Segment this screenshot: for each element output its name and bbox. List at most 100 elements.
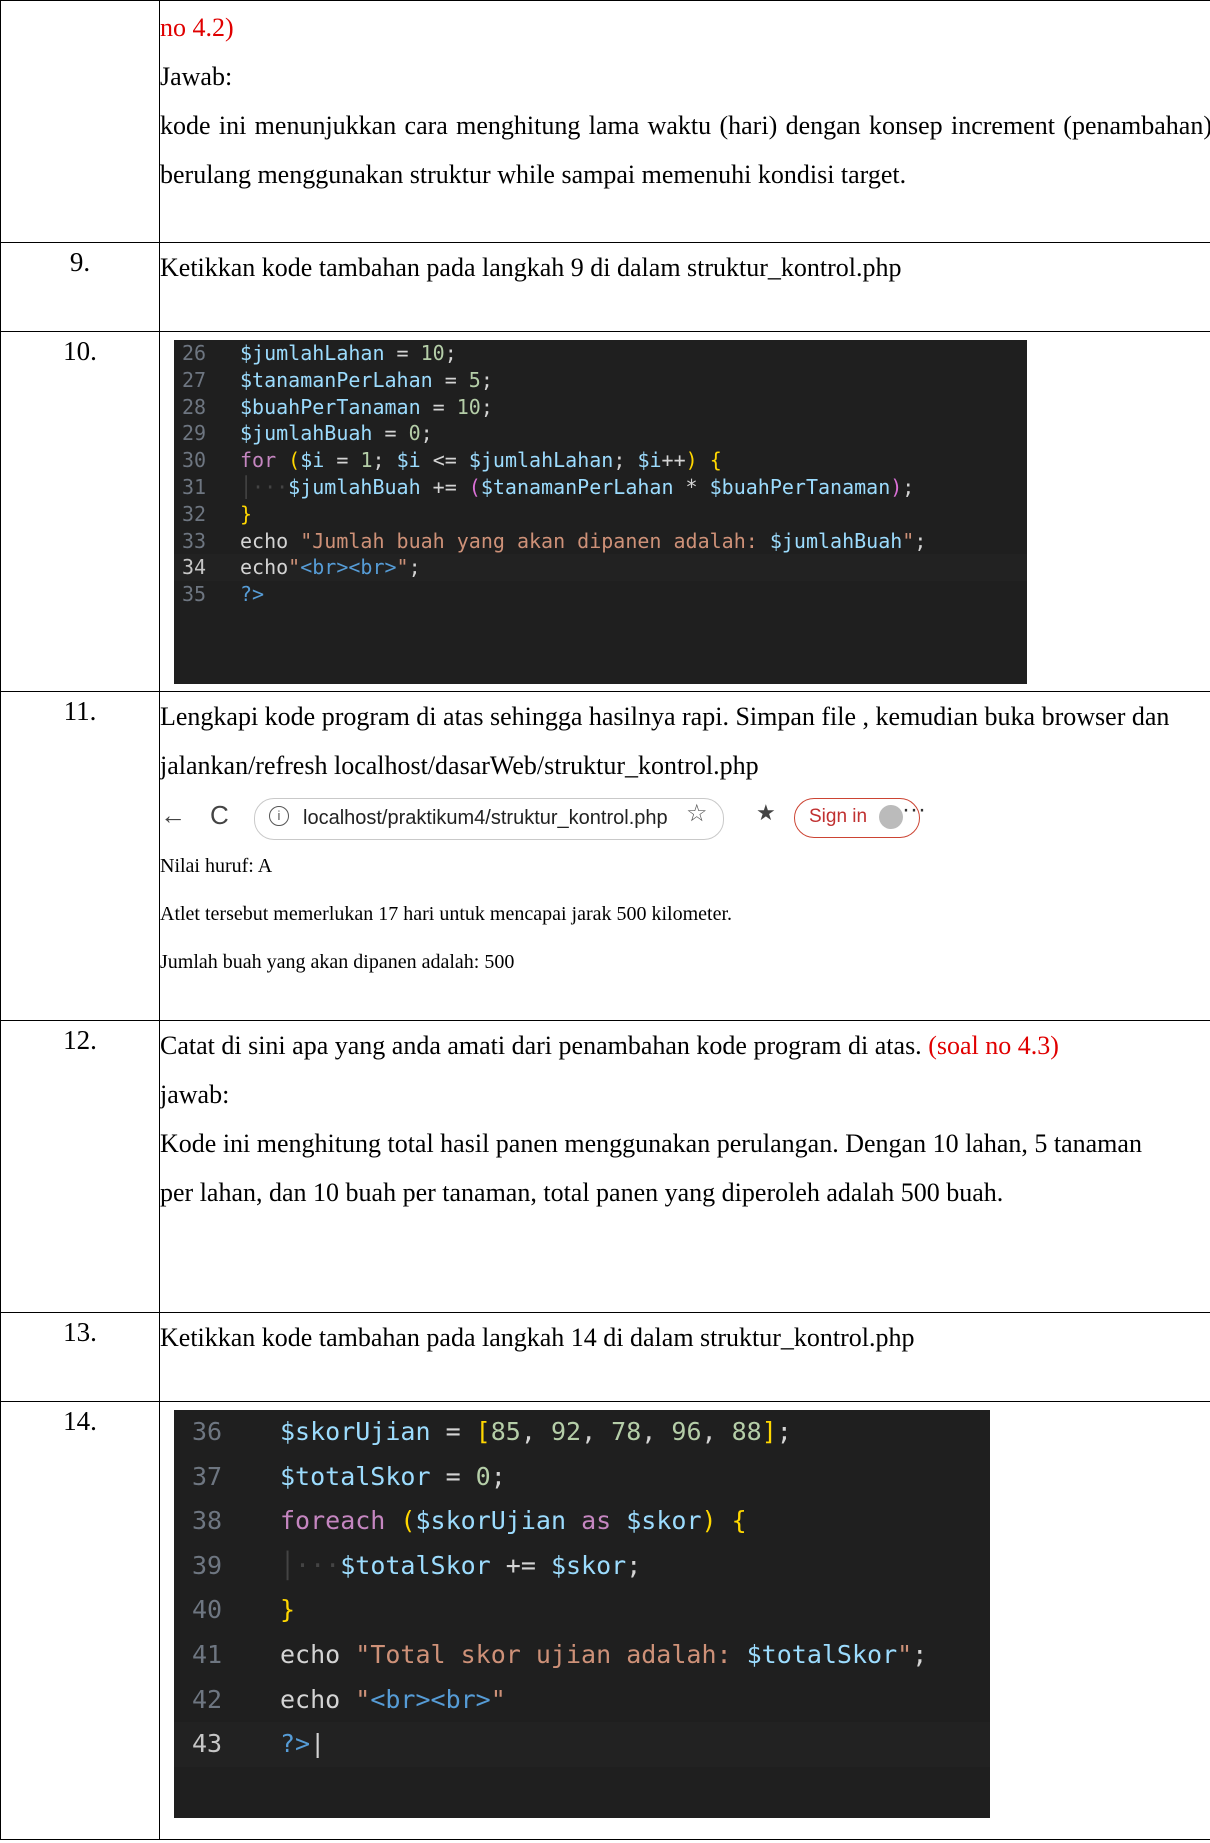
- code-token: <br><br>: [300, 555, 397, 580]
- address-bar[interactable]: i localhost/praktikum4/struktur_kontrol.…: [254, 798, 724, 840]
- code-line: 27 $tanamanPerLahan = 5;: [174, 367, 1027, 394]
- line-number: 28: [182, 394, 207, 419]
- code-token: ): [890, 474, 903, 499]
- code-line: 43 ?>|: [174, 1722, 990, 1767]
- code-token: 5: [468, 367, 481, 392]
- step-number: 9.: [0, 242, 160, 332]
- line-number: 43: [192, 1729, 223, 1759]
- code-token: ,: [641, 1417, 672, 1446]
- step-number: 11.: [0, 691, 160, 1021]
- line-number: 37: [192, 1461, 223, 1491]
- code-token: ,: [520, 1417, 551, 1446]
- table-row: 10. 26 $jumlahLahan = 10; 27 $tanamanPerLah…: [0, 331, 1210, 692]
- code-token: [: [475, 1417, 491, 1446]
- avatar-icon: [879, 805, 903, 829]
- code-line: 29 $jumlahBuah = 0;: [174, 420, 1027, 447]
- code-token: ): [701, 1506, 717, 1536]
- code-token: ?>: [280, 1729, 311, 1759]
- code-line: 39 │···$totalSkor += $skor;: [174, 1544, 990, 1589]
- code-token: for: [240, 448, 277, 473]
- code-token: ": [396, 555, 409, 580]
- code-token: ;: [912, 1639, 928, 1669]
- code-line: 36 $skorUjian = [85, 92, 78, 96, 88];: [174, 1410, 990, 1455]
- refresh-icon[interactable]: C: [210, 800, 229, 831]
- code-screenshot: 36 $skorUjian = [85, 92, 78, 96, 88]; 37 $t…: [174, 1410, 990, 1818]
- code-line: 37 $totalSkor = 0;: [174, 1455, 990, 1500]
- line-number: 42: [192, 1684, 223, 1714]
- address-url: localhost/praktikum4/struktur_kontrol.ph…: [303, 807, 668, 829]
- more-menu-icon[interactable]: ···: [902, 796, 926, 824]
- code-token: ,: [581, 1417, 612, 1446]
- line-number: 26: [182, 341, 207, 365]
- code-token: =: [384, 341, 421, 365]
- question-reference: (soal no 4.3): [928, 1031, 1059, 1060]
- code-token: |: [310, 1729, 326, 1759]
- code-token: "Total skor ujian adalah:: [355, 1639, 747, 1669]
- code-token: $i: [396, 448, 421, 473]
- step-content-cell: no 4.2) Jawab: kode ini menunjukkan cara…: [159, 0, 1210, 243]
- steps-table: no 4.2) Jawab: kode ini menunjukkan cara…: [0, 0, 1210, 1840]
- code-token: =: [420, 394, 457, 419]
- step-instruction: Ketikkan kode tambahan pada langkah 14 d…: [160, 1323, 915, 1352]
- step-content-cell: Catat di sini apa yang anda amati dari p…: [159, 1020, 1210, 1313]
- output-line: Atlet tersebut memerlukan 17 hari untuk …: [160, 903, 733, 925]
- back-arrow-icon[interactable]: ←: [160, 800, 186, 831]
- code-token: =: [430, 1461, 476, 1491]
- table-row: no 4.2) Jawab: kode ini menunjukkan cara…: [0, 0, 1210, 243]
- code-token: foreach: [280, 1506, 386, 1536]
- answer-label: Jawab:: [160, 62, 233, 91]
- code-token: $jumlahLahan: [240, 341, 385, 365]
- code-token: $skorUjian: [280, 1417, 431, 1446]
- code-token: 96: [671, 1417, 702, 1446]
- code-token: ;: [613, 448, 638, 473]
- sign-in-label: Sign in: [809, 806, 868, 827]
- code-token: 0: [408, 421, 421, 446]
- code-token: 10: [420, 341, 445, 365]
- step-number: 12.: [0, 1020, 160, 1313]
- step-instruction: Lengkapi kode program di atas sehingga h…: [160, 702, 1170, 780]
- table-row: 9. Ketikkan kode tambahan pada langkah 9…: [0, 242, 1210, 332]
- step-content-cell: 26 $jumlahLahan = 10; 27 $tanamanPerLahan =…: [159, 331, 1210, 692]
- code-token: 88: [731, 1417, 762, 1446]
- code-token: $jumlahBuah: [769, 528, 903, 553]
- code-token: │···: [280, 1550, 341, 1580]
- code-token: <br><br>: [370, 1684, 491, 1714]
- code-token: $buahPerTanaman: [709, 474, 891, 499]
- answer-text: Kode ini menghitung total hasil panen me…: [160, 1129, 1142, 1207]
- step-content-cell: Lengkapi kode program di atas sehingga h…: [159, 691, 1210, 1021]
- instruction-text: Catat di sini apa yang anda amati dari p…: [160, 1031, 922, 1060]
- code-token: $totalSkor: [280, 1461, 431, 1491]
- code-token: "Jumlah buah yang akan dipanen adalah:: [300, 528, 770, 553]
- code-token: ;: [420, 421, 433, 446]
- step-number: 14.: [0, 1401, 160, 1840]
- line-number: 38: [192, 1506, 223, 1536]
- code-token: (: [288, 448, 301, 473]
- answer-text: kode ini menunjukkan cara menghitung lam…: [160, 111, 1210, 189]
- code-token: ]: [761, 1417, 777, 1446]
- line-number: 27: [182, 367, 207, 392]
- code-token: echo: [240, 555, 289, 580]
- info-icon[interactable]: i: [269, 806, 289, 826]
- code-token: ;: [372, 448, 397, 473]
- browser-output: Nilai huruf: A Atlet tersebut memerlukan…: [160, 854, 1210, 974]
- code-token: 85: [490, 1417, 521, 1446]
- code-token: ?>: [240, 582, 265, 607]
- star-icon[interactable]: ☆: [686, 799, 708, 828]
- line-number: 29: [182, 421, 207, 446]
- code-line: 40}: [174, 1588, 990, 1633]
- answer-label: jawab:: [160, 1080, 230, 1109]
- code-token: ,: [701, 1417, 732, 1446]
- code-token: (: [400, 1506, 416, 1536]
- step-content-cell: Ketikkan kode tambahan pada langkah 14 d…: [159, 1312, 1210, 1402]
- code-line: 34 echo"<br><br>";: [174, 554, 1027, 582]
- code-token: ++: [661, 448, 686, 473]
- code-token: as: [581, 1506, 612, 1536]
- code-line: 32}: [174, 501, 1027, 528]
- code-line: 38 foreach ($skorUjian as $skor) {: [174, 1499, 990, 1544]
- favorites-icon[interactable]: ★: [756, 800, 776, 826]
- code-token: =: [372, 421, 409, 446]
